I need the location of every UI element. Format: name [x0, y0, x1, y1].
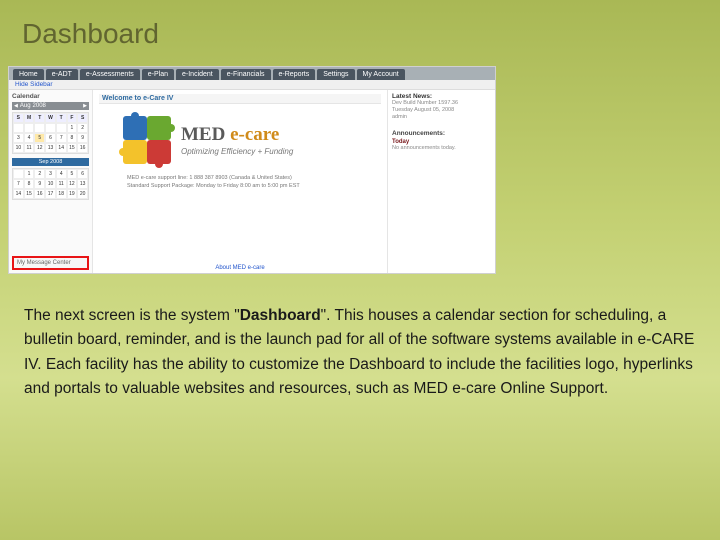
- tab-plan[interactable]: e-Plan: [142, 69, 174, 80]
- main-panel: Welcome to e-Care IV MED e-care Optimizi…: [93, 90, 387, 273]
- tab-adt[interactable]: e-ADT: [46, 69, 78, 80]
- build-user: admin: [392, 114, 491, 120]
- hide-sidebar-link[interactable]: Hide Sidebar: [9, 80, 495, 90]
- tab-home[interactable]: Home: [13, 69, 44, 80]
- support-text: MED e-care support line: 1 888 387 8903 …: [127, 174, 381, 190]
- brand-med: MED: [181, 124, 225, 145]
- body-paragraph: The next screen is the system "Dashboard…: [0, 274, 720, 402]
- welcome-header: Welcome to e-Care IV: [99, 94, 381, 104]
- about-link[interactable]: About MED e-care: [215, 265, 264, 271]
- brand-ecare: e-care: [225, 124, 279, 145]
- tab-financials[interactable]: e-Financials: [221, 69, 271, 80]
- calendar-month-sep[interactable]: Sep 2008: [12, 158, 89, 166]
- tab-incident[interactable]: e-Incident: [176, 69, 219, 80]
- build-number: Dev Build Number 1597.36: [392, 100, 491, 106]
- next-month-icon[interactable]: ▶: [83, 103, 87, 109]
- latest-news-label: Latest News:: [392, 93, 432, 100]
- calendar-grid-aug[interactable]: SMTWTFS 12 3456789 10111213141516: [12, 112, 89, 154]
- build-date: Tuesday August 05, 2008: [392, 107, 491, 113]
- puzzle-logo-icon: [123, 116, 171, 164]
- right-panel: Latest News: Dev Build Number 1597.36 Tu…: [387, 90, 495, 273]
- slide-title: Dashboard: [0, 0, 720, 58]
- tab-reports[interactable]: e-Reports: [273, 69, 316, 80]
- support-line2: Standard Support Package: Monday to Frid…: [127, 182, 381, 190]
- cal-month: Aug: [20, 103, 31, 109]
- announcements-label: Announcements:: [392, 130, 491, 137]
- message-center-button[interactable]: My Message Center: [12, 256, 89, 270]
- app-screenshot: Home e-ADT e-Assessments e-Plan e-Incide…: [8, 66, 496, 274]
- calendar-grid-sep[interactable]: 123456 78910111213 14151617181920: [12, 168, 89, 200]
- prev-month-icon[interactable]: ◀: [14, 103, 18, 109]
- today-text: No announcements today.: [392, 145, 491, 151]
- cal-year: 2008: [33, 103, 46, 109]
- brand-text: MED e-care Optimizing Efficiency + Fundi…: [181, 124, 293, 156]
- brand-tagline: Optimizing Efficiency + Funding: [181, 147, 293, 156]
- tab-account[interactable]: My Account: [357, 69, 405, 80]
- nav-tabs: Home e-ADT e-Assessments e-Plan e-Incide…: [9, 67, 495, 80]
- logo-row: MED e-care Optimizing Efficiency + Fundi…: [99, 110, 381, 168]
- tab-assessments[interactable]: e-Assessments: [80, 69, 140, 80]
- body-text-bold: Dashboard: [240, 307, 321, 324]
- support-line1: MED e-care support line: 1 888 387 8903 …: [127, 174, 381, 182]
- calendar-label: Calendar: [12, 93, 89, 100]
- calendar-nav[interactable]: ◀ Aug 2008 ▶: [12, 102, 89, 110]
- sidebar: Calendar ◀ Aug 2008 ▶ SMTWTFS 12 3456789…: [9, 90, 93, 273]
- tab-settings[interactable]: Settings: [317, 69, 354, 80]
- body-text-a: The next screen is the system ": [24, 307, 240, 324]
